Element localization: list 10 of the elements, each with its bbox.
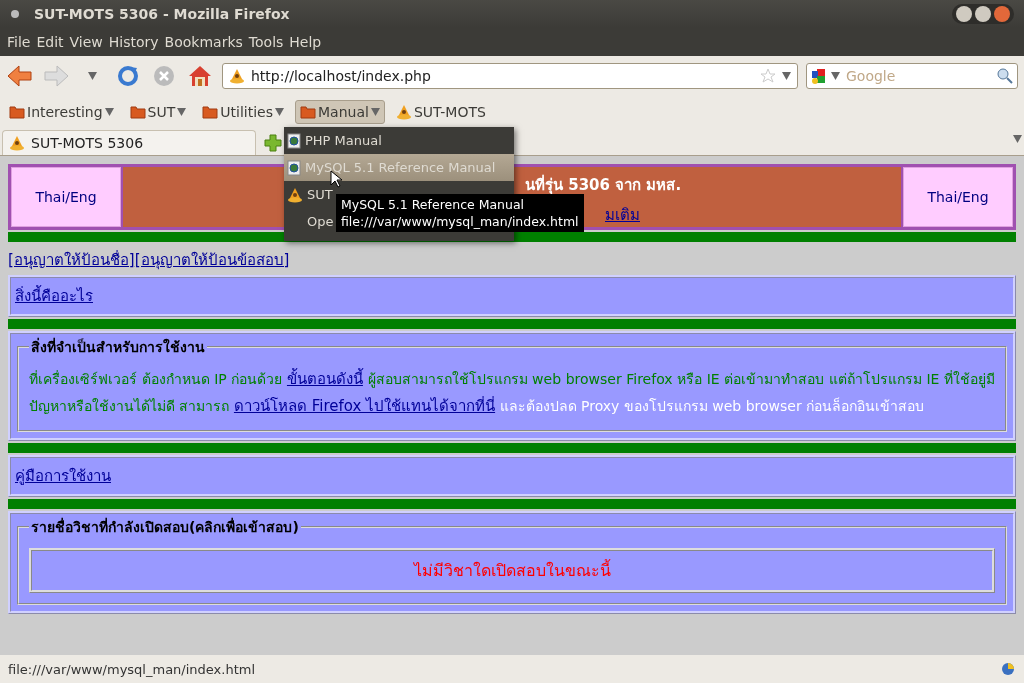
requirements-legend: สิ่งที่จำเป็นสำหรับการใช้งาน [29,336,207,358]
requirements-paragraph: ที่เครื่องเซิร์ฟเวอร์ ต้องกำหนด IP ก่อนด้วย ขั้นตอนดังนี้ ผู้สอบสามารถใช้โปรแกรม web browser Firefox หรือ IE ต่อเข้ามาทำสอบ แต่ถ้าโปรแกรม IE ที่ใช้อยู่มีปัญหาหรือใช้งานได้ไม่ดี สามารถ ดาวน์โหลด Firefox ไปใช้แทนได้จากที่นี่ และต้องปลด Proxy ของโปรแกรม web browser ก่อนล็อกอินเข้าสอบ [29,367,995,417]
tooltip-line: MySQL 5.1 Reference Manual [341,196,526,213]
banner-heading: นที่รุ่น 5306 จาก มหส. [525,173,682,196]
no-exams-message: ไม่มีวิชาใดเปิดสอบในขณะนี้ [29,548,995,593]
url-text: http://localhost/index.php [251,68,432,84]
exams-legend: รายชื่อวิชาที่กำลังเปิดสอบ(คลิกเพื่อเข้าสอบ) [29,516,301,538]
status-text: file:///var/www/mysql_man/index.html [8,661,256,677]
tooltip-line: file:///var/www/mysql_man/index.html [341,213,579,230]
window-title: SUT-MOTS 5306 - Mozilla Firefox [34,6,290,22]
